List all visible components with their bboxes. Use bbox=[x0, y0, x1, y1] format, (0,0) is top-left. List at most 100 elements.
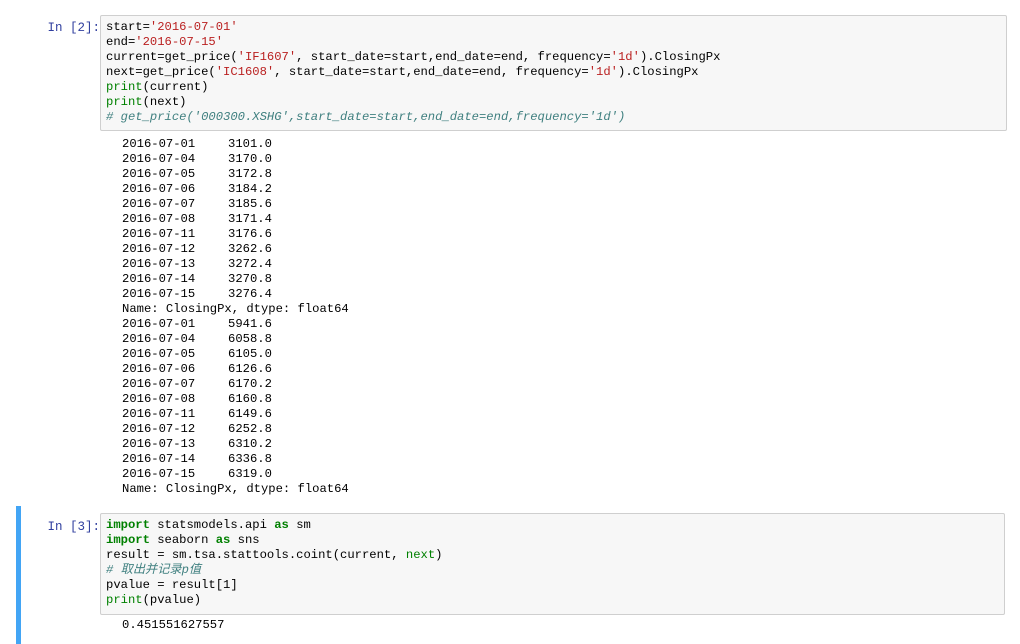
output-line: 2016-07-13 6310.2 bbox=[122, 437, 349, 452]
output-text: 0.451551627557 bbox=[122, 618, 225, 632]
code-token: (next) bbox=[142, 95, 187, 109]
code-token: print bbox=[106, 80, 143, 94]
output-value: 3276.4 bbox=[228, 287, 272, 301]
output-index: 2016-07-12 bbox=[122, 422, 196, 436]
code-line: end='2016-07-15' bbox=[106, 35, 1006, 50]
code-token: , start_date=start,end_date=end, frequen… bbox=[274, 65, 589, 79]
code-token: as bbox=[215, 533, 231, 547]
output-line: 2016-07-11 3176.6 bbox=[122, 227, 349, 242]
output-value: 6319.0 bbox=[228, 467, 272, 481]
code-token: import bbox=[106, 533, 150, 547]
output-index: 2016-07-06 bbox=[122, 362, 196, 376]
output-line: 2016-07-14 6336.8 bbox=[122, 452, 349, 467]
output-value: 3101.0 bbox=[228, 137, 272, 151]
output-index: 2016-07-04 bbox=[122, 332, 196, 346]
output-value: 5941.6 bbox=[228, 317, 272, 331]
input-prompt: In [2]: bbox=[47, 21, 100, 35]
code-editor[interactable]: start='2016-07-01' end='2016-07-15' curren… bbox=[100, 15, 1007, 131]
code-token: print bbox=[106, 593, 143, 607]
code-token: pvalue = result[ bbox=[106, 578, 224, 592]
code-token: seaborn bbox=[149, 533, 216, 547]
code-token: '2016-07-01' bbox=[149, 20, 238, 34]
output-value: 6252.8 bbox=[228, 422, 272, 436]
output-line: 2016-07-06 3184.2 bbox=[122, 182, 349, 197]
output-index: 2016-07-05 bbox=[122, 347, 196, 361]
code-token: start= bbox=[106, 20, 150, 34]
code-token: next=get_price( bbox=[106, 65, 216, 79]
output-value: 6310.2 bbox=[228, 437, 272, 451]
output-index: 2016-07-15 bbox=[122, 467, 196, 481]
output-value: 6336.8 bbox=[228, 452, 272, 466]
code-token: (current) bbox=[142, 80, 209, 94]
output-line: 2016-07-04 6058.8 bbox=[122, 332, 349, 347]
output-value: 3170.0 bbox=[228, 152, 272, 166]
output-index: 2016-07-14 bbox=[122, 272, 196, 286]
output-line: Name: ClosingPx, dtype: float64 bbox=[122, 482, 349, 497]
output-line: 2016-07-05 3172.8 bbox=[122, 167, 349, 182]
output-value: 6126.6 bbox=[228, 362, 272, 376]
output-index: 2016-07-01 bbox=[122, 137, 196, 151]
input-prompt: In [3]: bbox=[47, 520, 100, 534]
cell-output: 2016-07-01 3101.0 2016-07-04 3170.0 2016-07-… bbox=[122, 137, 349, 497]
output-line: 2016-07-14 3270.8 bbox=[122, 272, 349, 287]
code-token: '2016-07-15' bbox=[135, 35, 224, 49]
output-value: 3262.6 bbox=[228, 242, 272, 256]
output-index: 2016-07-13 bbox=[122, 437, 196, 451]
output-line: 2016-07-08 6160.8 bbox=[122, 392, 349, 407]
output-line: 2016-07-15 3276.4 bbox=[122, 287, 349, 302]
output-value: 6105.0 bbox=[228, 347, 272, 361]
code-editor[interactable]: import statsmodels.api as sm import seabo… bbox=[100, 513, 1005, 615]
output-value: 6170.2 bbox=[228, 377, 272, 391]
output-index: 2016-07-11 bbox=[122, 227, 196, 241]
output-index: 2016-07-05 bbox=[122, 167, 196, 181]
code-line: pvalue = result[1] bbox=[106, 578, 1004, 593]
code-token: ).ClosingPx bbox=[618, 65, 699, 79]
code-token: result = sm.tsa.stattools.coint(current, bbox=[106, 548, 406, 562]
notebook-cell-2[interactable]: In [2]: start='2016-07-01' end='2016-07-1… bbox=[16, 8, 1020, 502]
output-line: 2016-07-13 3272.4 bbox=[122, 257, 349, 272]
code-line: print(pvalue) bbox=[106, 593, 1004, 608]
code-token: sns bbox=[230, 533, 260, 547]
code-token: '1d' bbox=[588, 65, 618, 79]
code-token: end= bbox=[106, 35, 136, 49]
code-token: as bbox=[274, 518, 289, 532]
code-line: print(next) bbox=[106, 95, 1006, 110]
notebook-cell-3[interactable]: In [3]: import statsmodels.api as sm impo… bbox=[16, 506, 1020, 644]
output-index: 2016-07-14 bbox=[122, 452, 196, 466]
output-index: 2016-07-08 bbox=[122, 212, 196, 226]
code-token: sm bbox=[288, 518, 311, 532]
output-index: 2016-07-08 bbox=[122, 392, 196, 406]
output-line: 2016-07-04 3170.0 bbox=[122, 152, 349, 167]
code-line: # 取出并记录p值 bbox=[106, 563, 1004, 578]
code-token: # 取出并记录p值 bbox=[106, 563, 202, 577]
code-token: statsmodels.api bbox=[149, 518, 275, 532]
output-line: 2016-07-01 3101.0 bbox=[122, 137, 349, 152]
output-line: 2016-07-07 6170.2 bbox=[122, 377, 349, 392]
output-value: 3176.6 bbox=[228, 227, 272, 241]
output-line: 2016-07-12 6252.8 bbox=[122, 422, 349, 437]
code-token: 'IC1608' bbox=[215, 65, 275, 79]
code-line: start='2016-07-01' bbox=[106, 20, 1006, 35]
output-line: 2016-07-07 3185.6 bbox=[122, 197, 349, 212]
output-index: 2016-07-15 bbox=[122, 287, 196, 301]
output-line: 2016-07-12 3262.6 bbox=[122, 242, 349, 257]
output-text: Name: ClosingPx, dtype: float64 bbox=[122, 482, 349, 496]
code-token: 'IF1607' bbox=[237, 50, 297, 64]
code-line: import statsmodels.api as sm bbox=[106, 518, 1004, 533]
output-line: 2016-07-06 6126.6 bbox=[122, 362, 349, 377]
code-line: print(current) bbox=[106, 80, 1006, 95]
code-token: , start_date=start,end_date=end, frequen… bbox=[296, 50, 611, 64]
code-line: next=get_price('IC1608', start_date=star… bbox=[106, 65, 1006, 80]
output-value: 3184.2 bbox=[228, 182, 272, 196]
code-token: ) bbox=[435, 548, 443, 562]
output-value: 3171.4 bbox=[228, 212, 272, 226]
output-value: 3272.4 bbox=[228, 257, 272, 271]
output-index: 2016-07-07 bbox=[122, 197, 196, 211]
output-value: 6160.8 bbox=[228, 392, 272, 406]
output-index: 2016-07-12 bbox=[122, 242, 196, 256]
code-token: '1d' bbox=[610, 50, 640, 64]
output-index: 2016-07-01 bbox=[122, 317, 196, 331]
output-line: Name: ClosingPx, dtype: float64 bbox=[122, 302, 349, 317]
code-token: ).ClosingPx bbox=[639, 50, 721, 64]
output-line: 2016-07-05 6105.0 bbox=[122, 347, 349, 362]
